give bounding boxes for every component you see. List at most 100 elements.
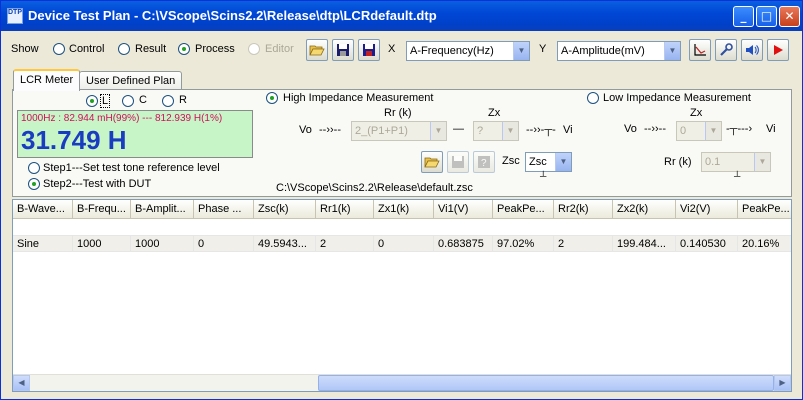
radio-editor-label: Editor xyxy=(265,43,294,55)
column-header[interactable]: B-Amplit... xyxy=(131,200,194,219)
table-cell: 199.484... xyxy=(613,236,676,252)
radio-step2[interactable] xyxy=(28,178,40,190)
window-title: Device Test Plan - C:\VScope\Scins2.2\Re… xyxy=(28,8,437,23)
table-cell: 49.5943... xyxy=(254,236,316,252)
lo-rr-value: 0.1 xyxy=(705,156,721,168)
radio-step2-label: Step2---Test with DUT xyxy=(43,178,152,190)
column-header[interactable]: Vi2(V) xyxy=(676,200,738,219)
radio-type-l[interactable] xyxy=(86,95,98,107)
high-impedance-label: High Impedance Measurement xyxy=(283,92,434,104)
save-button[interactable] xyxy=(332,39,354,61)
floppy-disk-icon xyxy=(452,156,464,168)
minimize-icon: _ xyxy=(740,9,747,23)
zsc-open-button[interactable] xyxy=(421,151,443,173)
hi-vo-label: Vo xyxy=(299,124,312,136)
help-icon: ? xyxy=(478,156,490,169)
lo-vo-arrow: --››-- xyxy=(644,123,666,135)
column-header[interactable]: PeakPe... xyxy=(493,200,554,219)
lo-zx-select[interactable]: 0 ▼ xyxy=(676,121,722,141)
y-axis-label: Y xyxy=(539,43,547,55)
radio-result[interactable] xyxy=(118,43,130,55)
hi-vi-arrow: --››-┬- xyxy=(526,124,556,136)
lo-rr-label: Rr (k) xyxy=(664,156,692,168)
radio-type-r[interactable] xyxy=(162,95,174,107)
scrollbar-thumb[interactable] xyxy=(318,375,774,391)
table-cell: 2 xyxy=(316,236,374,252)
play-button[interactable] xyxy=(767,39,789,61)
column-header[interactable]: Rr1(k) xyxy=(316,200,374,219)
scroll-right-button[interactable]: ▶ xyxy=(774,375,791,391)
zsc-help-button[interactable]: ? xyxy=(473,151,495,173)
scroll-left-button[interactable]: ◀ xyxy=(13,375,30,391)
column-header[interactable]: Zsc(k) xyxy=(254,200,316,219)
open-file-button[interactable] xyxy=(306,39,328,61)
column-header[interactable]: Phase ... xyxy=(194,200,254,219)
show-label: Show xyxy=(11,43,39,55)
radio-type-r-label: R xyxy=(179,94,187,106)
radio-high-impedance[interactable] xyxy=(266,92,278,104)
table-cell: Sine xyxy=(13,236,73,252)
axis-button[interactable] xyxy=(689,39,711,61)
column-header[interactable]: Zx1(k) xyxy=(374,200,434,219)
radio-type-c[interactable] xyxy=(122,95,134,107)
radio-low-impedance[interactable] xyxy=(587,92,599,104)
reading-value: 31.749 H xyxy=(21,125,127,155)
horizontal-scrollbar[interactable]: ◀ ▶ xyxy=(13,374,791,391)
table-cell: 0 xyxy=(374,236,434,252)
results-grid[interactable]: B-Wave... B-Frequ... B-Amplit... Phase ... Z… xyxy=(12,199,792,392)
lo-zx-label: Zx xyxy=(690,107,703,119)
hi-zx-value: ? xyxy=(477,125,484,137)
table-cell: 0 xyxy=(194,236,254,252)
column-header[interactable]: PeakPe... xyxy=(738,200,791,219)
reading-detail: 1000Hz : 82.944 mH(99%) --- 812.939 H(1%… xyxy=(21,113,223,124)
close-button[interactable]: ✕ xyxy=(779,6,800,27)
x-axis-select[interactable]: A-Frequency(Hz) ▼ xyxy=(406,41,530,61)
chevron-down-icon: ▼ xyxy=(502,122,518,140)
radio-editor[interactable] xyxy=(248,43,260,55)
hi-vi-label: Vi xyxy=(563,124,573,136)
column-header[interactable]: Rr2(k) xyxy=(554,200,613,219)
speaker-icon xyxy=(746,45,759,55)
hi-dash: — xyxy=(453,123,464,135)
save-as-icon xyxy=(363,44,375,56)
chevron-left-icon: ◀ xyxy=(18,378,25,387)
hi-rr-value: 2_(P1+P1) xyxy=(355,125,408,137)
chevron-down-icon: ▼ xyxy=(754,153,770,171)
column-header[interactable]: B-Frequ... xyxy=(73,200,131,219)
x-axis-value: A-Frequency(Hz) xyxy=(410,45,494,57)
device-test-plan-window: DTP Device Test Plan - C:\VScope\Scins2.… xyxy=(0,0,803,400)
table-cell: 0.683875 xyxy=(434,236,493,252)
maximize-button[interactable]: □ xyxy=(756,6,777,27)
radio-result-label: Result xyxy=(135,43,167,55)
table-cell: 97.02% xyxy=(493,236,554,252)
hi-rr-label: Rr (k) xyxy=(384,107,412,119)
radio-step1[interactable] xyxy=(28,162,40,174)
folder-open-icon xyxy=(424,157,440,168)
zsc-value: Zsc xyxy=(529,156,547,168)
app-icon: DTP xyxy=(7,8,23,24)
minimize-button[interactable]: _ xyxy=(733,6,754,27)
lo-rr-select[interactable]: 0.1 ▼ xyxy=(701,152,771,172)
lo-vo-label: Vo xyxy=(624,123,637,135)
table-cell: 0.140530 xyxy=(676,236,738,252)
save-as-button[interactable] xyxy=(358,39,380,61)
column-header[interactable]: Vi1(V) xyxy=(434,200,493,219)
zsc-save-button[interactable] xyxy=(447,151,469,173)
column-header[interactable]: B-Wave... xyxy=(13,200,73,219)
zsc-select[interactable]: Zsc ▼ xyxy=(525,152,572,172)
column-header[interactable]: Zx2(k) xyxy=(613,200,676,219)
table-row[interactable]: Sine 1000 1000 0 49.5943... 2 0 0.683875 97.02% 2… xyxy=(13,236,791,252)
tab-user-defined-plan[interactable]: User Defined Plan xyxy=(79,71,183,91)
radio-process[interactable] xyxy=(178,43,190,55)
x-axis-label: X xyxy=(388,43,396,55)
tab-lcr-meter[interactable]: LCR Meter xyxy=(13,69,81,91)
sound-button[interactable] xyxy=(741,39,763,61)
hi-rr-select[interactable]: 2_(P1+P1) ▼ xyxy=(351,121,447,141)
radio-control[interactable] xyxy=(53,43,65,55)
table-row-empty xyxy=(13,220,791,236)
hi-zx-select[interactable]: ? ▼ xyxy=(473,121,519,141)
lo-zx-value: 0 xyxy=(680,125,687,137)
lo-ground-symbol: ┴ xyxy=(734,171,741,181)
tools-button[interactable] xyxy=(715,39,737,61)
y-axis-select[interactable]: A-Amplitude(mV) ▼ xyxy=(557,41,681,61)
